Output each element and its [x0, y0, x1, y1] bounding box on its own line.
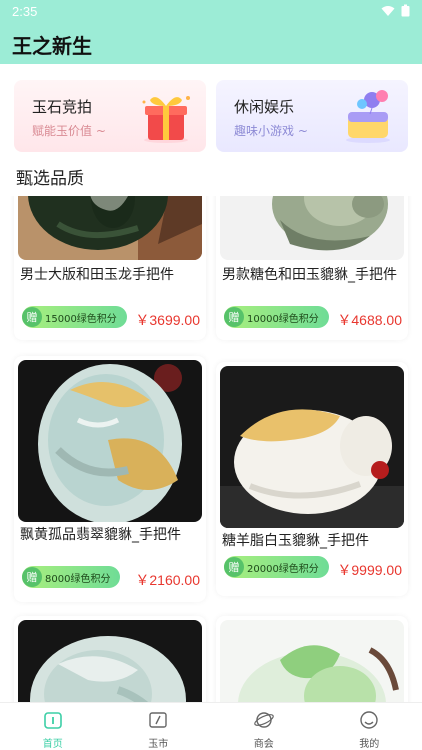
product-price: ￥2160.00: [135, 572, 200, 588]
product-price: ￥3699.00: [135, 312, 200, 328]
tab-home[interactable]: 首页: [0, 703, 106, 750]
product-image: [18, 360, 202, 522]
gift-badge-icon: 赠: [224, 557, 244, 577]
product-name: 男士大版和田玉龙手把件: [20, 267, 174, 283]
points-badge: 赠 20000绿色积分: [224, 556, 329, 578]
points-badge: 赠 15000绿色积分: [22, 306, 127, 328]
product-card[interactable]: [216, 616, 408, 702]
gift-badge-icon: 赠: [22, 567, 42, 587]
promo-auction-title: 玉石竞拍: [32, 98, 93, 116]
battery-icon: [401, 4, 410, 17]
product-name: 飘黄孤品翡翠貔貅_手把件: [20, 527, 181, 543]
tab-mine[interactable]: 我的: [317, 703, 422, 750]
promo-games-subtitle: 趣味小游戏 ~: [234, 124, 308, 138]
tab-mine-label: 我的: [359, 739, 380, 750]
points-text: 15000绿色积分: [45, 313, 117, 325]
product-card[interactable]: 糖羊脂白玉貔貅_手把件 赠 20000绿色积分 ￥9999.00: [216, 362, 408, 596]
tab-market[interactable]: 玉市: [106, 703, 212, 750]
points-badge: 赠 10000绿色积分: [224, 306, 329, 328]
points-text: 20000绿色积分: [247, 563, 319, 575]
home-icon: [43, 712, 62, 729]
points-badge: 赠 8000绿色积分: [22, 566, 121, 588]
promo-games-title: 休闲娱乐: [234, 98, 295, 116]
status-bar: 2:35: [0, 0, 422, 22]
product-name: 糖羊脂白玉貔貅_手把件: [222, 533, 369, 549]
product-image: [18, 620, 202, 702]
points-text: 8000绿色积分: [45, 573, 111, 585]
product-card[interactable]: 男士大版和田玉龙手把件 赠 15000绿色积分 ￥3699.00: [14, 196, 206, 340]
tab-chamber-label: 商会: [253, 739, 274, 750]
app-title: 王之新生: [12, 34, 92, 58]
status-time: 2:35: [12, 4, 38, 19]
product-name: 男款糖色和田玉貔貅_手把件: [222, 267, 397, 283]
wifi-icon: [381, 5, 395, 16]
planet-icon: [253, 712, 274, 728]
product-price: ￥9999.00: [337, 562, 402, 578]
profile-icon: [360, 711, 378, 729]
app-bar: 王之新生: [0, 22, 422, 64]
product-card[interactable]: [14, 616, 206, 702]
gift-box-icon: [142, 96, 190, 143]
market-icon: [149, 712, 167, 728]
promo-auction-subtitle: 赋能玉价值 ~: [32, 124, 106, 138]
promo-auction-card[interactable]: 玉石竞拍 赋能玉价值 ~: [14, 80, 206, 152]
game-balloon-icon: [346, 90, 390, 143]
product-price: ￥4688.00: [337, 312, 402, 328]
product-image: [18, 196, 202, 260]
tab-home-label: 首页: [42, 739, 63, 750]
section-title: 甄选品质: [16, 169, 84, 189]
gift-badge-icon: 赠: [224, 307, 244, 327]
product-card[interactable]: 飘黄孤品翡翠貔貅_手把件 赠 8000绿色积分 ￥2160.00: [14, 356, 206, 602]
bottom-tab-bar: 首页 玉市 商会 我的: [0, 702, 422, 750]
tab-market-label: 玉市: [148, 739, 169, 750]
promo-games-card[interactable]: 休闲娱乐 趣味小游戏 ~: [216, 80, 408, 152]
product-card[interactable]: 男款糖色和田玉貔貅_手把件 赠 10000绿色积分 ￥4688.00: [216, 196, 408, 340]
product-image: [220, 196, 404, 260]
status-icons: [381, 4, 410, 17]
gift-badge-icon: 赠: [22, 307, 42, 327]
product-image: [220, 620, 404, 702]
points-text: 10000绿色积分: [247, 313, 319, 325]
product-grid[interactable]: 男士大版和田玉龙手把件 赠 15000绿色积分 ￥3699.00 男款糖色和田玉…: [0, 196, 422, 702]
tab-chamber[interactable]: 商会: [211, 703, 317, 750]
product-image: [220, 366, 404, 528]
